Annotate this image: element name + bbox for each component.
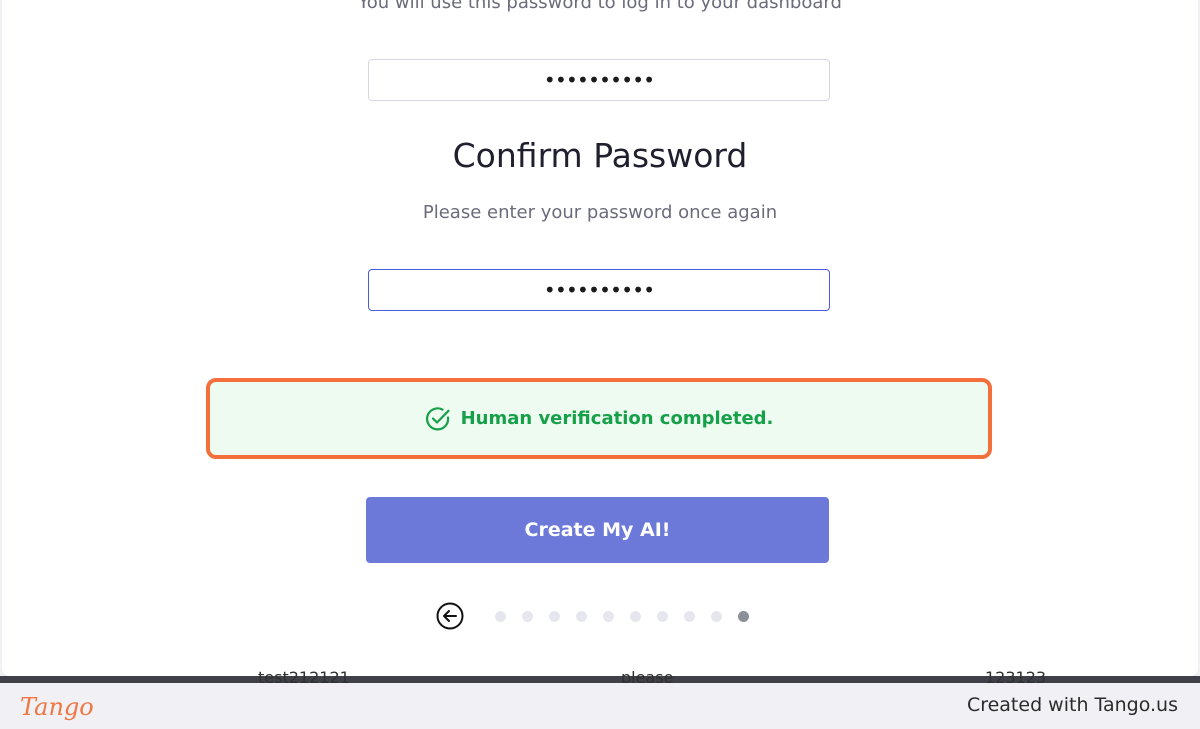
footer-credit: Created with Tango.us — [966, 694, 1178, 716]
arrow-left-circle-icon[interactable] — [436, 602, 464, 630]
confirm-password-subtitle: Please enter your password once again — [422, 202, 778, 223]
password-hint: You will use this password to log in to … — [358, 0, 842, 13]
step-dot — [603, 611, 614, 622]
check-circle-icon — [425, 406, 451, 432]
step-dot-current — [738, 611, 749, 622]
step-dot — [657, 611, 668, 622]
step-dot — [684, 611, 695, 622]
confirm-password-input[interactable]: •••••••••• — [368, 269, 830, 311]
step-dot — [495, 611, 506, 622]
confirm-password-heading: Confirm Password — [452, 136, 748, 175]
human-verification-box[interactable]: Human verification completed. — [206, 378, 992, 459]
signup-card: You will use this password to log in to … — [2, 0, 1198, 676]
step-dot — [549, 611, 560, 622]
create-my-ai-button[interactable]: Create My AI! — [366, 497, 829, 563]
step-dot — [522, 611, 533, 622]
footer-bar: Tango Created with Tango.us — [0, 683, 1200, 729]
step-dot — [711, 611, 722, 622]
step-dot — [576, 611, 587, 622]
tango-logo: Tango — [20, 693, 94, 721]
verification-message: Human verification completed. — [460, 408, 774, 429]
step-indicator — [495, 611, 749, 622]
password-input[interactable]: •••••••••• — [368, 59, 830, 101]
step-dot — [630, 611, 641, 622]
